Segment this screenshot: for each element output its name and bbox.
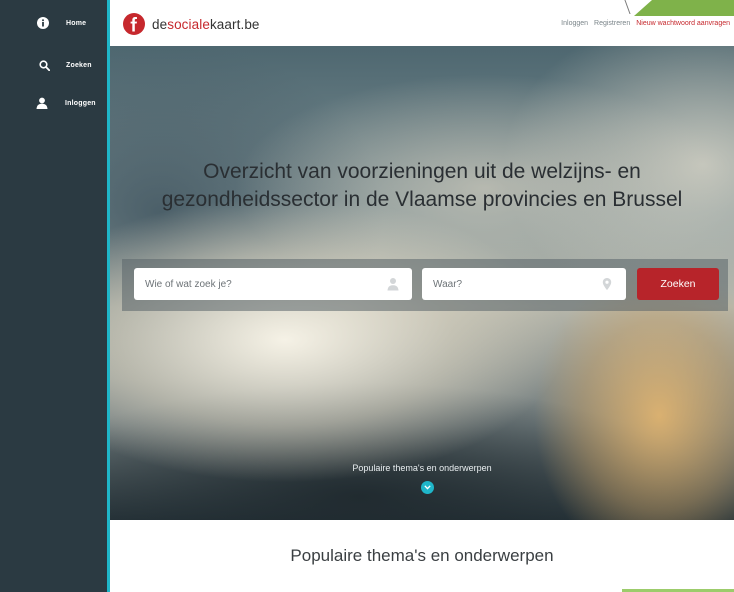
sidebar-item-label: Home bbox=[66, 19, 87, 27]
user-icon bbox=[387, 278, 399, 291]
sidebar-item-home[interactable]: Home bbox=[0, 8, 107, 38]
hero-title: Overzicht van voorzieningen uit de welzi… bbox=[110, 158, 734, 214]
location-pin-icon bbox=[602, 278, 612, 290]
chevron-down-icon bbox=[424, 485, 431, 490]
search-bar: Zoeken bbox=[122, 259, 728, 311]
who-input[interactable] bbox=[134, 267, 412, 301]
popular-topics-link[interactable]: Populaire thema's en onderwerpen bbox=[110, 463, 734, 473]
where-field bbox=[422, 267, 626, 301]
hero-banner: Overzicht van voorzieningen uit de welzi… bbox=[110, 46, 734, 520]
search-icon bbox=[35, 56, 53, 74]
info-icon bbox=[34, 14, 52, 32]
forgot-password-link[interactable]: Nieuw wachtwoord aanvragen bbox=[636, 20, 730, 27]
accent-tab bbox=[634, 0, 734, 16]
decorative-divider bbox=[624, 0, 641, 14]
logo-suffix: kaart.be bbox=[209, 16, 260, 32]
search-button[interactable]: Zoeken bbox=[637, 268, 719, 300]
where-input[interactable] bbox=[422, 267, 626, 301]
register-link[interactable]: Registreren bbox=[594, 20, 630, 27]
login-link[interactable]: Inloggen bbox=[561, 20, 588, 27]
sidebar-item-label: Zoeken bbox=[66, 61, 92, 69]
top-header: desocialekaart.be Inloggen Registreren N… bbox=[110, 0, 734, 46]
sidebar: Home Zoeken Inloggen bbox=[0, 0, 110, 592]
who-field bbox=[134, 267, 412, 301]
scroll-down-button[interactable] bbox=[421, 481, 434, 494]
popular-topics-section: Populaire thema's en onderwerpen bbox=[110, 520, 734, 592]
account-links: Inloggen Registreren Nieuw wachtwoord aa… bbox=[561, 20, 730, 27]
section-title: Populaire thema's en onderwerpen bbox=[290, 546, 554, 565]
sidebar-item-search[interactable]: Zoeken bbox=[0, 50, 107, 80]
sidebar-item-login[interactable]: Inloggen bbox=[0, 88, 107, 118]
hero-title-line-1: Overzicht van voorzieningen uit de welzi… bbox=[203, 160, 641, 184]
logo-prefix: de bbox=[152, 16, 168, 32]
logo-highlight: sociale bbox=[167, 16, 210, 32]
hero-title-line-2: gezondheidssector in de Vlaamse provinci… bbox=[161, 188, 683, 212]
site-logo[interactable]: desocialekaart.be bbox=[122, 12, 260, 36]
logo-icon bbox=[123, 13, 145, 35]
logo-text: desocialekaart.be bbox=[152, 17, 260, 32]
user-icon bbox=[33, 94, 51, 112]
sidebar-item-label: Inloggen bbox=[65, 99, 96, 107]
